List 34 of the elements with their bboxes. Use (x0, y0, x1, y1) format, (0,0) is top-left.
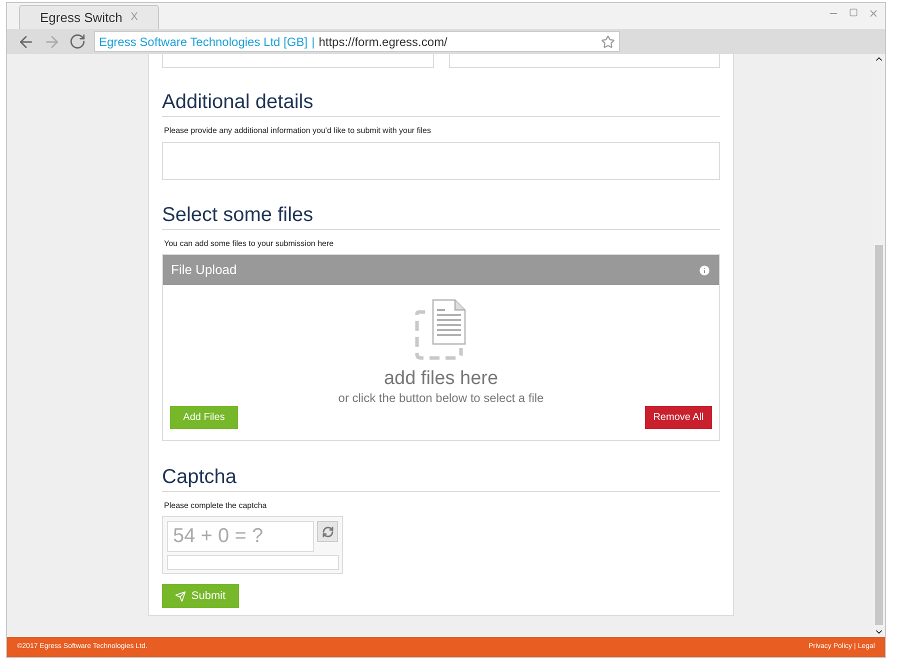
tab-close-button[interactable]: X (130, 9, 138, 26)
reload-icon[interactable] (69, 33, 86, 50)
bookmark-star-icon[interactable] (601, 34, 615, 48)
submit-button[interactable]: Submit (162, 584, 239, 608)
remove-all-button[interactable]: Remove All (645, 406, 712, 429)
drop-hint: or click the button below to select a file (338, 390, 544, 406)
drop-title: add files here (384, 368, 498, 390)
section-heading: Select some files (162, 203, 314, 227)
section-hint: Please provide any additional information you'd like to submit with your files (164, 126, 432, 136)
close-icon[interactable] (868, 8, 879, 19)
details-field[interactable] (162, 142, 720, 180)
refresh-button[interactable] (317, 521, 338, 542)
text-field[interactable] (448, 54, 720, 68)
maximize-icon[interactable] (849, 8, 858, 17)
site-identity: Egress Software Technologies Ltd [GB] (99, 34, 308, 50)
section-hint: Please complete the captcha (164, 501, 268, 511)
info-icon[interactable] (698, 264, 711, 276)
refresh-icon (322, 526, 334, 538)
text-field[interactable] (162, 54, 434, 68)
add-files-button[interactable]: Add Files (170, 406, 238, 429)
address-bar[interactable]: Egress Software Technologies Ltd [GB] | https://form.egress.com/ (94, 31, 620, 52)
separator: | (312, 34, 315, 50)
section-heading: Captcha (162, 465, 238, 489)
upload-title: File Upload (171, 261, 237, 280)
captcha-answer-field[interactable] (167, 555, 339, 570)
send-icon (175, 590, 186, 602)
scrollbar[interactable] (873, 54, 885, 637)
captcha-question: 54 + 0 = ? (167, 521, 314, 552)
browser-tab[interactable]: Egress Switch X (19, 5, 159, 29)
file-icon (415, 298, 467, 360)
url-text: https://form.egress.com/ (318, 34, 448, 50)
section-heading: Additional details (162, 90, 314, 114)
scrollbar-thumb[interactable] (875, 245, 883, 625)
section-hint: You can add some files to your submission here (164, 239, 335, 249)
